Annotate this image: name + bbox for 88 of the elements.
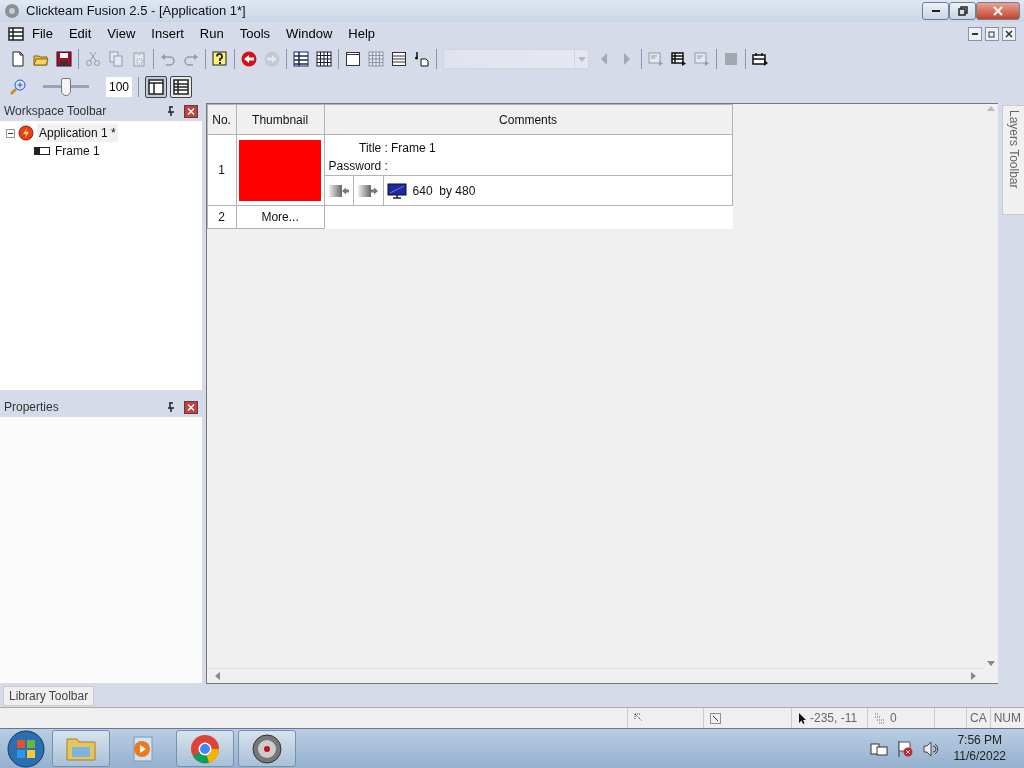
panel-title: Properties [4, 399, 59, 416]
minimize-button[interactable] [922, 2, 949, 20]
grid-icon[interactable] [316, 51, 332, 67]
restore-icon [957, 6, 968, 16]
menu-icon[interactable] [8, 26, 24, 41]
app-icon [18, 125, 34, 141]
minimize-icon [931, 10, 940, 12]
vertical-scrollbar[interactable] [984, 104, 998, 668]
speaker-icon[interactable] [921, 739, 940, 758]
close-button[interactable] [1002, 26, 1016, 41]
pin-icon[interactable] [165, 402, 176, 412]
window-icon [148, 79, 164, 95]
scroll-down-icon[interactable] [987, 661, 995, 666]
column-header: No. [207, 104, 237, 135]
close-icon[interactable] [183, 104, 198, 118]
panel-title: Workspace Toolbar [4, 103, 107, 120]
view-button[interactable] [170, 76, 192, 98]
build-icon[interactable] [752, 51, 768, 67]
transition-out-icon[interactable] [357, 182, 380, 199]
save-icon[interactable] [56, 51, 72, 67]
layers-toolbar-tab[interactable]: Layers Toolbar [1002, 105, 1024, 215]
column-header: Thumbnail [236, 104, 325, 135]
table-cell: 1 [207, 134, 237, 206]
dropdown-icon [577, 56, 586, 62]
collapse-icon[interactable] [6, 128, 15, 138]
note-icon[interactable] [414, 51, 430, 67]
view-button[interactable] [145, 76, 167, 98]
help-icon[interactable] [212, 51, 228, 67]
restore-icon [988, 29, 996, 38]
cursor-coordinates: -235, -11 [810, 710, 858, 727]
list-icon[interactable] [391, 51, 407, 67]
menu-item[interactable]: Window [278, 23, 341, 44]
frame-size: 640 by 480 [412, 182, 476, 200]
storyboard-icon[interactable] [293, 51, 309, 67]
cursor-icon [798, 712, 806, 724]
transition-in-icon[interactable] [327, 182, 350, 199]
menu-item[interactable]: File [24, 23, 61, 44]
list-icon [173, 79, 189, 95]
back-icon[interactable] [241, 51, 257, 67]
close-icon [993, 6, 1003, 16]
start-button[interactable] [4, 728, 48, 768]
close-icon [1005, 29, 1013, 38]
tree-item[interactable]: Frame 1 [53, 142, 102, 160]
window-icon[interactable] [345, 51, 361, 67]
menu-item[interactable]: Run [191, 23, 232, 44]
menu-item[interactable]: Insert [143, 23, 192, 44]
more-link[interactable]: More... [236, 205, 325, 229]
table-cell: 2 [207, 205, 237, 229]
new-file-icon[interactable] [10, 51, 26, 67]
field-label: Password : [328, 158, 388, 175]
menu-item[interactable]: Help [340, 23, 384, 44]
pin-icon[interactable] [165, 106, 176, 116]
key-indicator: NUM [993, 710, 1021, 727]
restore-button[interactable] [949, 2, 976, 20]
frame-thumbnail[interactable] [239, 139, 322, 201]
scroll-left-icon[interactable] [214, 672, 220, 680]
taskbar-button[interactable] [176, 730, 234, 767]
menu-item[interactable]: View [99, 23, 144, 44]
slider-thumb[interactable] [61, 78, 71, 96]
fusion-icon [250, 732, 284, 765]
menu-item[interactable]: Edit [60, 23, 100, 44]
scroll-right-icon[interactable] [971, 672, 976, 680]
window-title: Clickteam Fusion 2.5 - [Application 1*] [26, 2, 246, 21]
menu-item[interactable]: Tools [231, 23, 279, 44]
browser-icon [188, 732, 222, 765]
objects-icon [874, 712, 886, 724]
tree-item[interactable]: Application 1 * [37, 124, 118, 142]
library-toolbar-tab[interactable]: Library Toolbar [3, 686, 95, 706]
zoom-icon[interactable] [10, 79, 26, 95]
list-icon[interactable] [671, 51, 687, 67]
taskbar-button[interactable] [238, 730, 296, 767]
flag-icon[interactable] [895, 739, 914, 758]
clock-time[interactable]: 7:56 PM [953, 732, 1006, 749]
key-indicator: CA [970, 710, 987, 727]
object-count: 0 [890, 710, 897, 727]
field-value: Frame 1 [390, 140, 436, 157]
monitor-icon [386, 182, 407, 199]
zoom-field[interactable]: 100 [106, 77, 132, 97]
close-icon[interactable] [183, 400, 198, 414]
app-icon [4, 3, 20, 19]
clock-date[interactable]: 11/6/2022 [953, 748, 1006, 765]
resize-icon [710, 712, 721, 724]
frame-icon [34, 147, 50, 155]
column-header: Comments [324, 104, 733, 135]
minimize-icon [972, 32, 978, 35]
field-label: Title : [358, 140, 388, 157]
horizontal-scrollbar[interactable] [206, 668, 984, 683]
minimize-button[interactable] [968, 26, 982, 41]
